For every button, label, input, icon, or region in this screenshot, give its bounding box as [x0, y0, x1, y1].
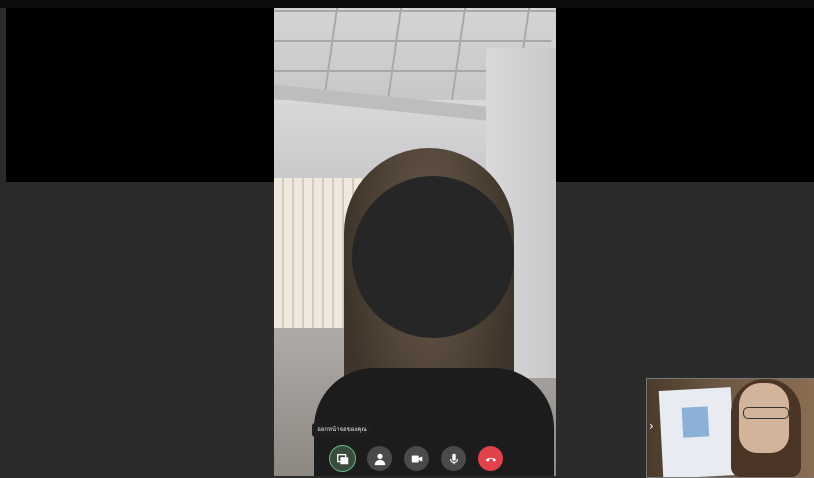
- phone-hangup-icon: [485, 457, 496, 462]
- face-redaction: [352, 176, 514, 338]
- camera-button[interactable]: [404, 446, 429, 471]
- glasses: [743, 407, 789, 419]
- paper-picture: [681, 406, 710, 438]
- call-controls: [330, 446, 503, 472]
- hang-up-button[interactable]: [478, 446, 503, 471]
- top-strip: [0, 0, 814, 8]
- remote-video: [274, 8, 556, 476]
- held-paper: [658, 387, 736, 477]
- chevron-right-icon[interactable]: ›: [649, 419, 654, 433]
- screen-share-icon: [336, 453, 348, 464]
- controls-tooltip: ออกหน้าจอของคุณ: [312, 423, 372, 437]
- screen-share-button[interactable]: [330, 446, 355, 471]
- video-camera-icon: [411, 455, 422, 462]
- microphone-icon: [449, 453, 458, 464]
- add-person-button[interactable]: [367, 446, 392, 471]
- person-add-icon: [374, 453, 385, 465]
- self-video-preview[interactable]: ›: [646, 378, 814, 478]
- microphone-button[interactable]: [441, 446, 466, 471]
